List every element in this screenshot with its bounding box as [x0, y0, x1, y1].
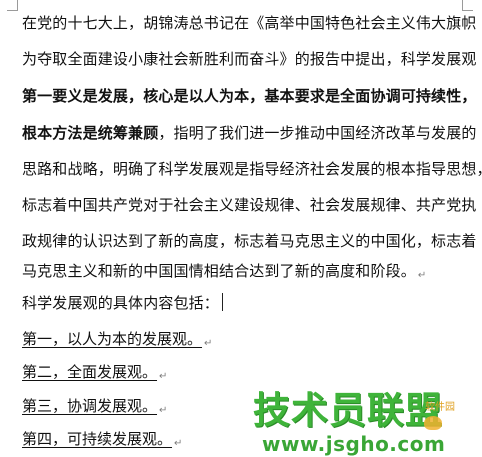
watermark-badge-icon — [424, 416, 442, 430]
intro-text: 科学发展观的具体内容包括： — [22, 294, 219, 312]
watermark-url-text: www.jsgho.com — [262, 432, 446, 456]
paragraph-line-4: 根本方法是统筹兼顾，指明了我们进一步推动中国经济改革与发展的 — [22, 123, 477, 143]
paragraph-line-1: 在党的十七大上，胡锦涛总书记在《高举中国特色社会主义伟大旗帜 — [22, 14, 477, 32]
paragraph-mark-icon: ↵ — [159, 405, 168, 416]
paragraph-line-4-rest: ，指明了我们进一步推动中国经济改革与发展的 — [158, 124, 477, 142]
page-corner-mark-right — [462, 0, 473, 11]
paragraph-mark-icon: ↵ — [159, 371, 168, 382]
paragraph-line-2: 为夺取全面建设小康社会新胜利而奋斗》的报告中提出，科学发展观 — [22, 50, 477, 68]
watermark: 技术员联盟 软件园 www.jsgho.com — [250, 380, 482, 457]
paragraph-line-5: 思路和战略，明确了科学发展观是指导经济社会发展的根本指导思想， — [22, 160, 482, 178]
page-corner-mark-left — [7, 0, 18, 11]
document-page[interactable]: 在党的十七大上，胡锦涛总书记在《高举中国特色社会主义伟大旗帜 为夺取全面建设小康… — [0, 0, 482, 457]
list-item-1: 第一，以人为本的发展观。 ↵ — [22, 329, 212, 349]
watermark-sub-text: 软件园 — [425, 402, 455, 413]
paragraph-mark-icon: ↵ — [417, 270, 427, 281]
paragraph-line-3-bold: 第一要义是发展，核心是以人为本，基本要求是全面协调可持续性， — [22, 87, 477, 105]
paragraph-mark-icon: ↵ — [174, 438, 183, 449]
list-item-3-text: 第三，协调发展观。 — [22, 397, 158, 415]
paragraph-line-8-text: 马克思主义和新的中国国情相结合达到了新的高度和阶段。 — [22, 262, 416, 280]
list-item-2: 第二，全面发展观。 ↵ — [22, 362, 167, 382]
paragraph-line-6: 标志着中国共产党对于社会主义建设规律、社会发展规律、共产党执 — [22, 196, 477, 214]
intro-line[interactable]: 科学发展观的具体内容包括： — [22, 293, 223, 313]
list-item-4-text: 第四，可持续发展观。 — [22, 430, 173, 448]
paragraph-line-4-bold-part: 根本方法是统筹兼顾 — [22, 124, 159, 142]
list-item-1-text: 第一，以人为本的发展观。 — [22, 330, 203, 348]
text-cursor — [221, 293, 223, 311]
paragraph-mark-icon: ↵ — [204, 338, 213, 349]
paragraph-line-8: 马克思主义和新的中国国情相结合达到了新的高度和阶段。 ↵ — [22, 261, 426, 281]
paragraph-line-7: 政规律的认识达到了新的高度，标志着马克思主义的中国化，标志着 — [22, 232, 477, 250]
list-item-3: 第三，协调发展观。 ↵ — [22, 396, 167, 416]
watermark-main-text: 技术员联盟 — [253, 389, 443, 432]
list-item-4: 第四，可持续发展观。 ↵ — [22, 429, 182, 449]
list-item-2-text: 第二，全面发展观。 — [22, 363, 158, 381]
